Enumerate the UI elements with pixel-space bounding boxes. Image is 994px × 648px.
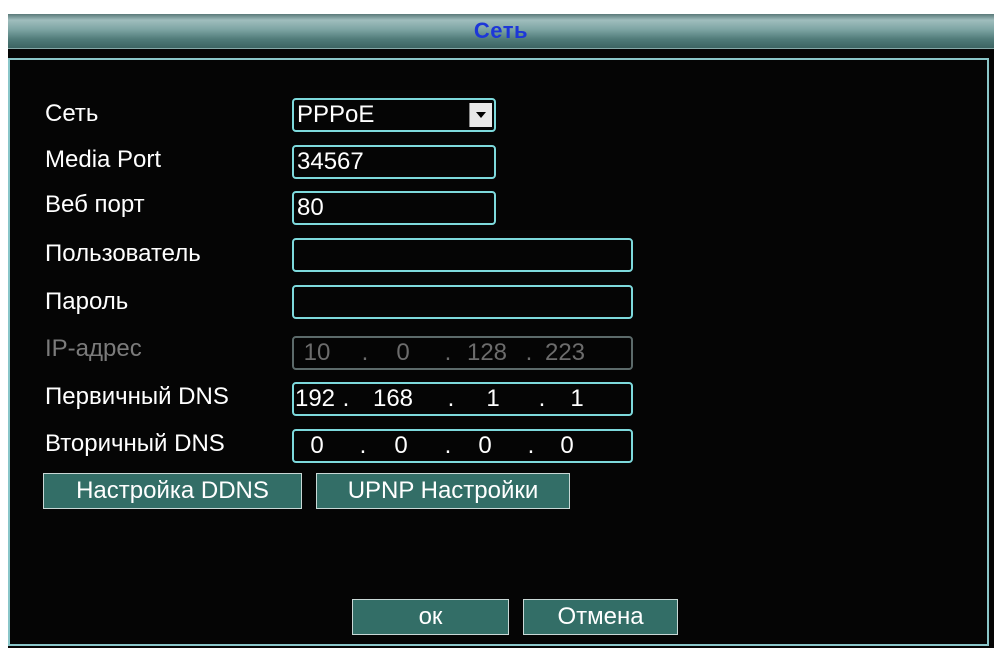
primary-dns-part-4[interactable]: 1 <box>556 384 598 414</box>
dns-dot: . <box>447 385 455 412</box>
ip-part-3: 128 <box>466 339 508 366</box>
chevron-down-icon[interactable] <box>469 103 492 127</box>
network-settings-window: Сеть Сеть PPPoE Media Port 34567 Веб пор… <box>8 14 994 648</box>
primary-dns-part-1[interactable]: 192 <box>294 384 336 414</box>
ddns-settings-button[interactable]: Настройка DDNS <box>43 473 302 509</box>
secondary-dns-label: Вторичный DNS <box>45 430 225 457</box>
user-input[interactable] <box>292 238 633 272</box>
secondary-dns-part-3[interactable]: 0 <box>464 431 506 461</box>
dns-dot: . <box>538 385 546 412</box>
ip-part-2: 0 <box>396 339 410 366</box>
user-label: Пользователь <box>45 240 201 267</box>
secondary-dns-part-2[interactable]: 0 <box>380 431 422 461</box>
network-type-dropdown[interactable]: PPPoE <box>292 98 496 132</box>
media-port-label: Media Port <box>45 146 162 173</box>
primary-dns-part-2[interactable]: 168 <box>372 384 414 414</box>
primary-dns-label: Первичный DNS <box>45 383 229 410</box>
ok-button[interactable]: ок <box>352 599 509 635</box>
title-bar: Сеть <box>8 14 994 49</box>
window-title: Сеть <box>473 18 529 43</box>
secondary-dns-part-4[interactable]: 0 <box>546 431 588 461</box>
web-port-label: Веб порт <box>45 191 145 218</box>
dns-dot: . <box>359 432 367 459</box>
password-label: Пароль <box>45 288 129 315</box>
ip-part-4: 223 <box>544 339 586 366</box>
dns-dot: . <box>342 385 350 412</box>
ip-dot: . <box>525 339 533 366</box>
secondary-dns-part-1[interactable]: 0 <box>296 431 338 461</box>
primary-dns-part-3[interactable]: 1 <box>472 384 514 414</box>
ip-address-label: IP-адрес <box>45 335 142 362</box>
network-type-value: PPPoE <box>297 101 375 128</box>
settings-panel: Сеть PPPoE Media Port 34567 Веб порт 80 … <box>8 58 989 646</box>
media-port-input[interactable]: 34567 <box>292 145 496 179</box>
upnp-settings-button[interactable]: UPNP Настройки <box>316 473 570 509</box>
ip-dot: . <box>444 339 452 366</box>
ip-address-field: 10 . 0 . 128 . 223 <box>292 336 633 370</box>
web-port-input[interactable]: 80 <box>292 191 496 225</box>
dns-dot: . <box>444 432 452 459</box>
primary-dns-field[interactable]: 192 . 168 . 1 . 1 <box>292 382 633 416</box>
network-label: Сеть <box>45 100 99 127</box>
ip-dot: . <box>361 339 369 366</box>
password-input[interactable] <box>292 285 633 319</box>
secondary-dns-field[interactable]: 0 . 0 . 0 . 0 <box>292 429 633 463</box>
dns-dot: . <box>527 432 535 459</box>
cancel-button[interactable]: Отмена <box>523 599 678 635</box>
ip-part-1: 10 <box>303 339 331 366</box>
